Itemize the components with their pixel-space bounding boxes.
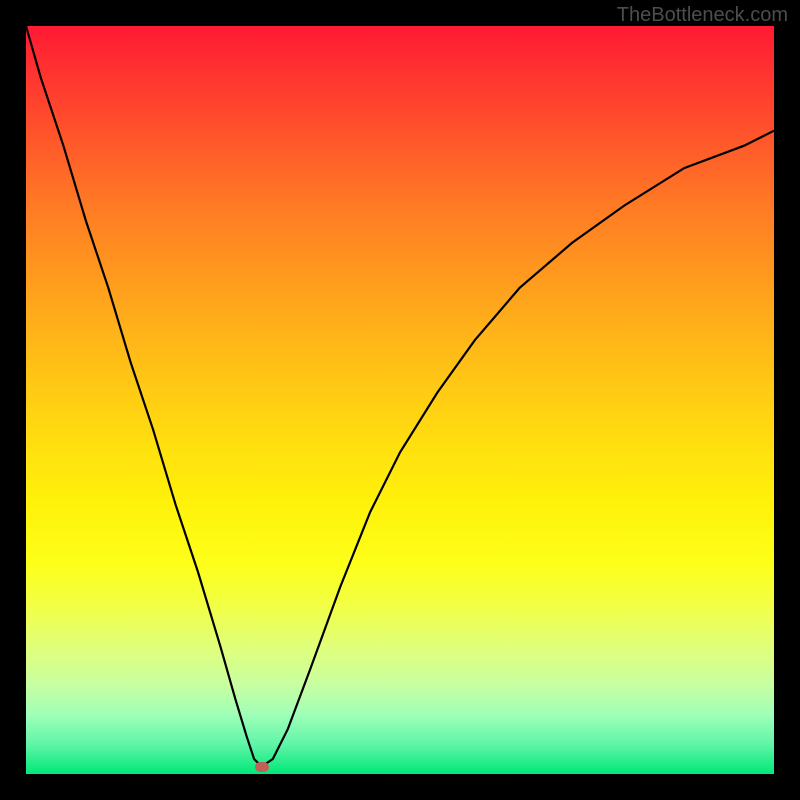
optimal-point-marker (255, 762, 269, 772)
bottleneck-curve (26, 26, 774, 774)
watermark-text: TheBottleneck.com (617, 4, 788, 27)
plot-area (26, 26, 774, 774)
